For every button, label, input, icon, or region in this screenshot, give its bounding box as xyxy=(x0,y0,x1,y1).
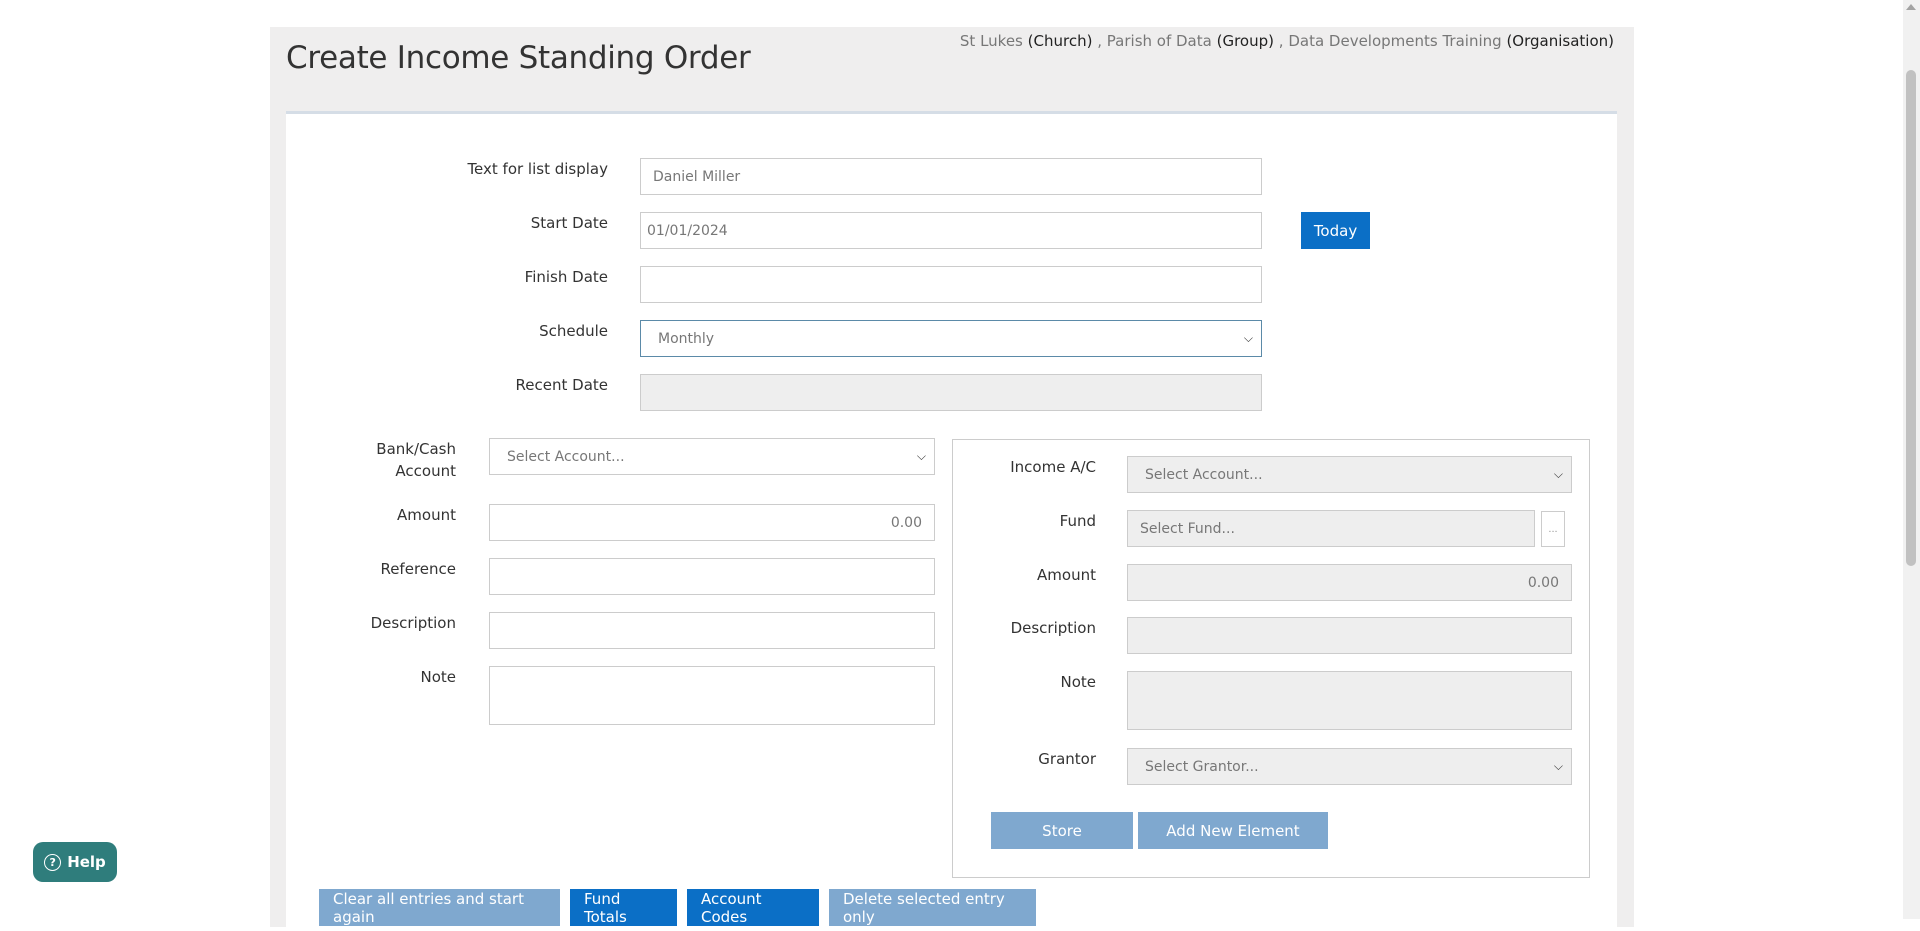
amount-input[interactable]: 0.00 xyxy=(489,504,935,541)
add-new-element-button[interactable]: Add New Element xyxy=(1138,812,1328,849)
fund-value: Select Fund... xyxy=(1140,520,1235,537)
chevron-down-icon: ⌵ xyxy=(1553,467,1563,481)
page-title: Create Income Standing Order xyxy=(286,40,751,76)
text-for-list-display-label: Text for list display xyxy=(467,160,608,178)
chevron-down-icon: ⌵ xyxy=(916,449,926,463)
element-note-textarea[interactable] xyxy=(1127,671,1572,730)
account-codes-button[interactable]: Account Codes xyxy=(687,889,819,926)
element-amount-value: 0.00 xyxy=(1527,574,1559,591)
amount-label: Amount xyxy=(397,506,456,524)
grantor-value: Select Grantor... xyxy=(1145,758,1259,775)
store-button[interactable]: Store xyxy=(991,812,1133,849)
fund-input[interactable]: Select Fund... xyxy=(1127,510,1535,547)
breadcrumb: St Lukes (Church) , Parish of Data (Grou… xyxy=(960,32,1614,50)
recent-date-label: Recent Date xyxy=(515,376,608,394)
bank-account-label-line2: Account xyxy=(395,462,456,480)
fund-label: Fund xyxy=(1059,512,1096,530)
start-date-value: 01/01/2024 xyxy=(647,222,728,239)
help-label: Help xyxy=(67,853,106,871)
start-date-label: Start Date xyxy=(530,214,608,232)
element-note-label: Note xyxy=(1060,673,1096,691)
delete-selected-button[interactable]: Delete selected entry only xyxy=(829,889,1036,926)
finish-date-input[interactable] xyxy=(640,266,1262,303)
element-amount-input[interactable]: 0.00 xyxy=(1127,564,1572,601)
start-date-input[interactable]: 01/01/2024 xyxy=(640,212,1262,249)
scroll-thumb[interactable] xyxy=(1906,70,1916,566)
breadcrumb-church-type: (Church) xyxy=(1027,32,1093,50)
breadcrumb-separator: , xyxy=(1097,32,1103,50)
text-for-list-display-value: Daniel Miller xyxy=(653,168,741,185)
element-amount-label: Amount xyxy=(1037,566,1096,584)
schedule-select[interactable]: Monthly ⌵ xyxy=(640,320,1262,357)
reference-input[interactable] xyxy=(489,558,935,595)
description-input[interactable] xyxy=(489,612,935,649)
text-for-list-display-input[interactable]: Daniel Miller xyxy=(640,158,1262,195)
schedule-label: Schedule xyxy=(539,322,608,340)
clear-all-button[interactable]: Clear all entries and start again xyxy=(319,889,560,926)
chevron-down-icon: ⌵ xyxy=(1243,331,1253,345)
fund-totals-button[interactable]: Fund Totals xyxy=(570,889,677,926)
breadcrumb-group-type: (Group) xyxy=(1216,32,1274,50)
bank-account-label-line1: Bank/Cash xyxy=(376,440,456,458)
question-icon: ? xyxy=(44,853,62,871)
recent-date-input xyxy=(640,374,1262,411)
bank-account-label: Bank/Cash Account xyxy=(356,438,456,482)
amount-value: 0.00 xyxy=(890,514,922,531)
element-description-input[interactable] xyxy=(1127,617,1572,654)
page-scrollbar[interactable] xyxy=(1903,0,1920,919)
bank-account-select[interactable]: Select Account... ⌵ xyxy=(489,438,935,475)
breadcrumb-organisation-type: (Organisation) xyxy=(1506,32,1614,50)
breadcrumb-church: St Lukes xyxy=(959,32,1023,50)
today-button[interactable]: Today xyxy=(1301,212,1370,249)
element-description-label: Description xyxy=(1010,619,1096,637)
chevron-down-icon: ⌵ xyxy=(1553,759,1563,773)
bank-account-value: Select Account... xyxy=(507,448,625,465)
description-label: Description xyxy=(370,614,456,632)
note-textarea[interactable] xyxy=(489,666,935,725)
grantor-select[interactable]: Select Grantor... ⌵ xyxy=(1127,748,1572,785)
note-label: Note xyxy=(420,668,456,686)
finish-date-label: Finish Date xyxy=(524,268,608,286)
fund-lookup-button[interactable]: ... xyxy=(1541,511,1565,547)
scroll-up-arrow-icon[interactable] xyxy=(1906,4,1916,10)
help-button[interactable]: ? Help xyxy=(33,842,117,882)
income-ac-value: Select Account... xyxy=(1145,466,1263,483)
schedule-value: Monthly xyxy=(658,330,715,347)
income-ac-select[interactable]: Select Account... ⌵ xyxy=(1127,456,1572,493)
breadcrumb-separator: , xyxy=(1278,32,1284,50)
breadcrumb-organisation: Data Developments Training xyxy=(1288,32,1502,50)
income-ac-label: Income A/C xyxy=(1010,458,1096,476)
breadcrumb-group: Parish of Data xyxy=(1106,32,1212,50)
reference-label: Reference xyxy=(380,560,456,578)
grantor-label: Grantor xyxy=(1038,750,1096,768)
